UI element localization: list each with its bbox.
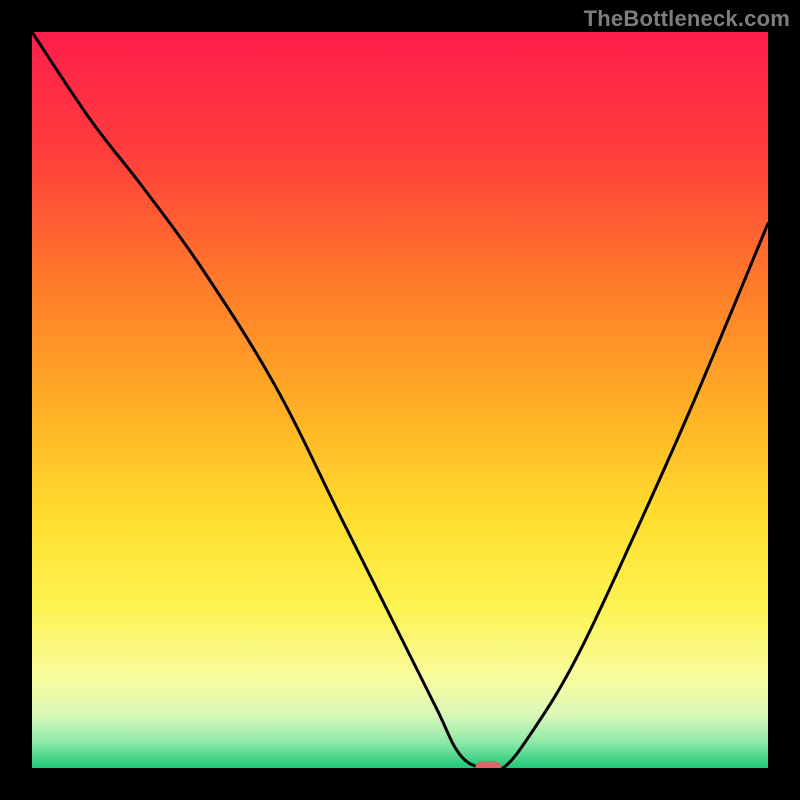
plot-area [32, 32, 768, 768]
gradient-background [32, 32, 768, 768]
optimal-marker [475, 761, 501, 768]
bottleneck-chart [32, 32, 768, 768]
watermark-text: TheBottleneck.com [584, 6, 790, 32]
chart-frame: TheBottleneck.com [0, 0, 800, 800]
